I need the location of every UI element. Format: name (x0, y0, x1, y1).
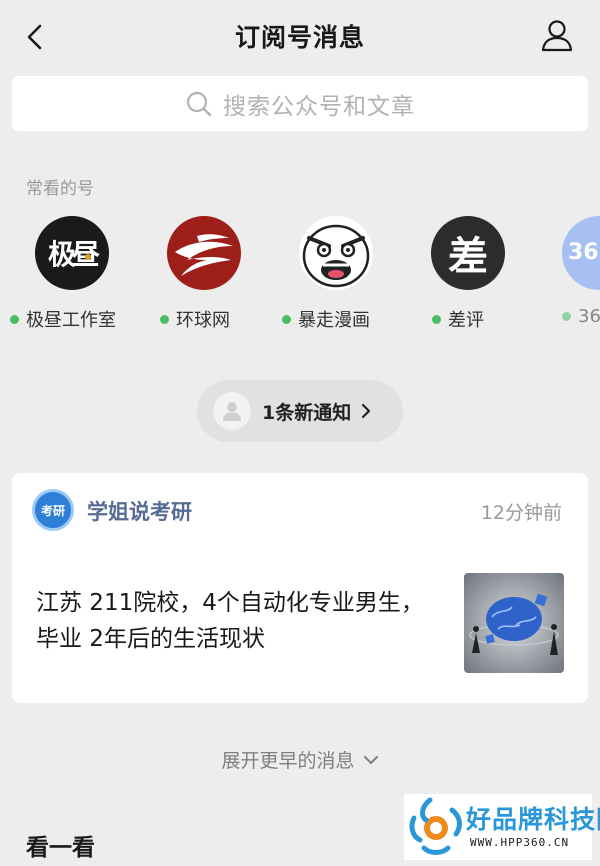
notification-avatar (213, 392, 251, 430)
notification-text: 1条新通知 (262, 401, 352, 424)
account-avatar[interactable]: 考研 (32, 489, 74, 531)
page-title: 订阅号消息 (234, 23, 365, 52)
look-section-title: 看一看 (26, 835, 95, 861)
online-dot (282, 314, 291, 324)
account-name: 极昼工作室 (10, 306, 116, 332)
watermark: 好品牌科技网 WWW.HPP360.CN (404, 794, 600, 860)
new-notification-button[interactable]: 1条新通知 (197, 380, 403, 442)
account-logo-text: 差 (448, 234, 488, 280)
article-thumbnail[interactable] (464, 573, 564, 673)
online-dot (160, 314, 169, 324)
frequent-account-36[interactable]: 36 36 (562, 214, 600, 334)
article-headline[interactable]: 江苏 211院校，4个自动化专业男生，毕业 2年后的生活现状 (36, 585, 436, 657)
account-name[interactable]: 学姐说考研 (87, 496, 192, 526)
account-name-text: 差评 (448, 310, 484, 331)
account-logo-text: 极昼 (47, 238, 100, 271)
frequent-section-label: 常看的号 (26, 179, 94, 199)
expand-label: 展开更早的消息 (221, 750, 355, 772)
account-name: 环球网 (160, 306, 230, 332)
article-time: 12分钟前 (480, 502, 562, 524)
account-logo-text: 36 (568, 240, 599, 265)
search-input[interactable]: 搜索公众号和文章 (12, 76, 588, 131)
huanqiu-logo-icon (175, 234, 233, 276)
rage-face-icon (302, 224, 370, 288)
account-avatar: 36 (562, 216, 600, 290)
frequent-account-chaping[interactable]: 差 差评 (431, 214, 572, 334)
watermark-logo-icon (409, 797, 462, 855)
account-name: 暴走漫画 (282, 306, 370, 332)
account-name-text: 环球网 (176, 310, 230, 331)
account-name: 差评 (432, 306, 484, 332)
online-dot (10, 314, 19, 324)
account-avatar (299, 216, 373, 290)
chevron-down-icon (363, 755, 378, 764)
article-card[interactable]: 考研 学姐说考研 12分钟前 江苏 211院校，4个自动化专业男生，毕业 2年后… (12, 473, 588, 703)
search-icon (186, 91, 212, 116)
online-dot (562, 312, 571, 321)
account-name: 36 (562, 306, 600, 327)
brain-puzzle-image (464, 573, 564, 673)
search-placeholder: 搜索公众号和文章 (223, 93, 415, 120)
frequent-account-huanqiu[interactable]: 环球网 (160, 214, 300, 334)
top-bar: 订阅号消息 (0, 0, 600, 72)
frequent-accounts-row: 极昼 极昼工作室 环球网 暴走漫画 差 差评 36 36 (0, 214, 600, 334)
account-avatar (167, 216, 241, 290)
account-name-text: 极昼工作室 (26, 310, 116, 331)
frequent-account-baozou[interactable]: 暴走漫画 (282, 214, 422, 334)
watermark-url: WWW.HPP360.CN (470, 836, 570, 849)
person-placeholder-icon (223, 402, 241, 421)
account-avatar: 极昼 (35, 216, 109, 290)
logo-dot (85, 254, 91, 260)
account-name-text: 36 (578, 306, 600, 327)
chevron-right-icon (362, 403, 371, 419)
frequent-account-jizhou[interactable]: 极昼 极昼工作室 (10, 214, 150, 334)
account-name-text: 暴走漫画 (298, 310, 370, 331)
person-icon[interactable] (540, 18, 574, 54)
account-avatar: 差 (431, 216, 505, 290)
expand-earlier-messages-button[interactable]: 展开更早的消息 (0, 746, 600, 773)
watermark-text: 好品牌科技网 (466, 805, 600, 834)
online-dot (432, 314, 441, 324)
